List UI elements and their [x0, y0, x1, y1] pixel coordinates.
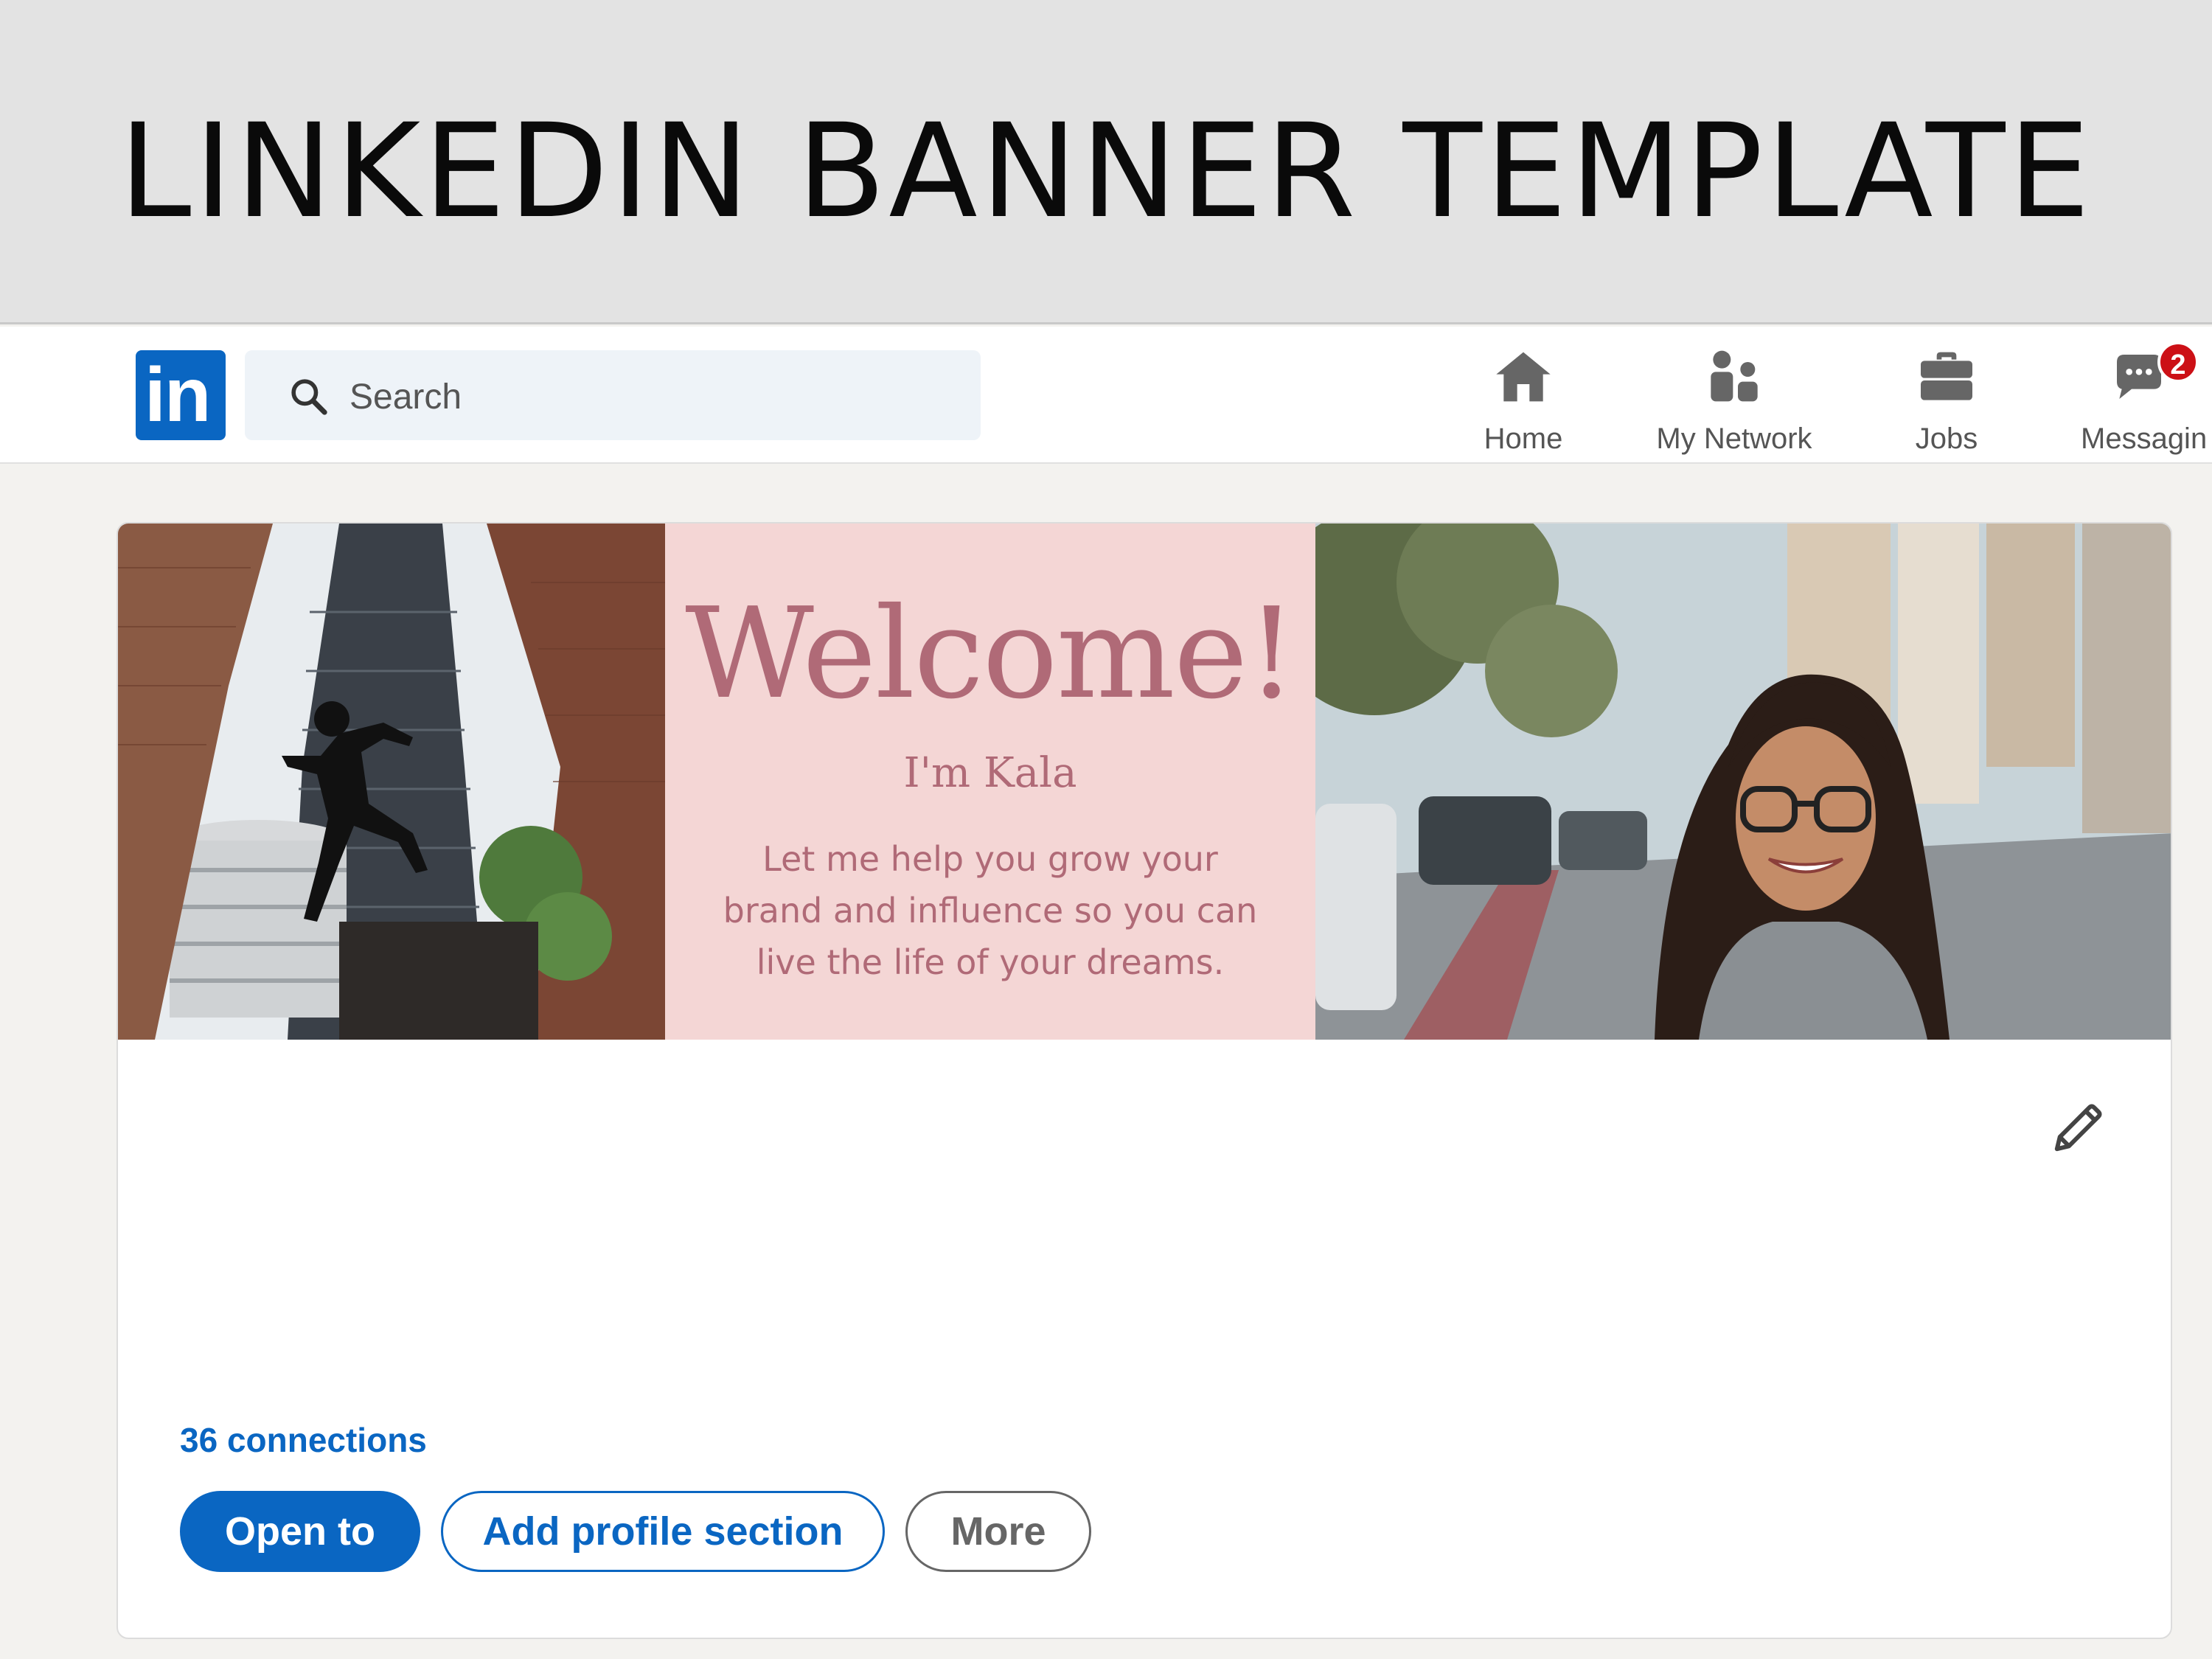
cover-heading: Welcome!: [685, 581, 1297, 727]
nav-item-messaging[interactable]: 2 Messagin: [2076, 341, 2212, 455]
home-icon: [1496, 352, 1551, 402]
nav-label-my-network: My Network: [1656, 422, 1812, 455]
nav-label-home: Home: [1484, 422, 1563, 455]
cover-tagline: Let me help you grow your brand and infl…: [723, 839, 1258, 982]
city-jumper-illustration: [118, 524, 665, 1040]
banner-title: LINKEDIN BANNER TEMPLATE: [119, 96, 2093, 247]
briefcase-icon: [1921, 352, 1972, 400]
cover-subheading: I'm Kala: [903, 749, 1077, 797]
search-input[interactable]: Search: [245, 350, 981, 440]
connections-link[interactable]: 36 connections: [180, 1420, 427, 1460]
logo-text: in: [145, 352, 211, 438]
cover-banner: Welcome! I'm Kala Let me help you grow y…: [118, 524, 2171, 1040]
open-to-button[interactable]: Open to: [180, 1491, 420, 1572]
profile-card: Welcome! I'm Kala Let me help you grow y…: [116, 522, 2172, 1639]
network-icon: [1711, 350, 1758, 402]
cover-photo-city-jumper: [118, 524, 665, 1040]
nav-item-jobs[interactable]: Jobs: [1895, 341, 1998, 455]
top-nav: in Search Home My Network Jobs 2 Messagi…: [0, 327, 2212, 464]
messaging-badge: 2: [2157, 341, 2199, 383]
search-icon: [291, 379, 327, 415]
more-button[interactable]: More: [905, 1491, 1091, 1572]
nav-item-home[interactable]: Home: [1472, 341, 1575, 455]
woman-street-illustration: [1315, 524, 2171, 1040]
linkedin-logo-icon[interactable]: in: [136, 350, 226, 440]
edit-pencil-icon[interactable]: [2050, 1099, 2107, 1156]
cover-welcome-panel: Welcome! I'm Kala Let me help you grow y…: [665, 524, 1315, 1040]
add-profile-section-button[interactable]: Add profile section: [441, 1491, 885, 1572]
title-banner: LINKEDIN BANNER TEMPLATE: [0, 0, 2212, 324]
nav-label-jobs: Jobs: [1915, 422, 1978, 455]
nav-item-my-network[interactable]: My Network: [1638, 341, 1830, 455]
cover-photo-woman-street: [1315, 524, 2171, 1040]
search-placeholder: Search: [349, 378, 462, 417]
nav-label-messaging: Messagin: [2081, 422, 2208, 455]
